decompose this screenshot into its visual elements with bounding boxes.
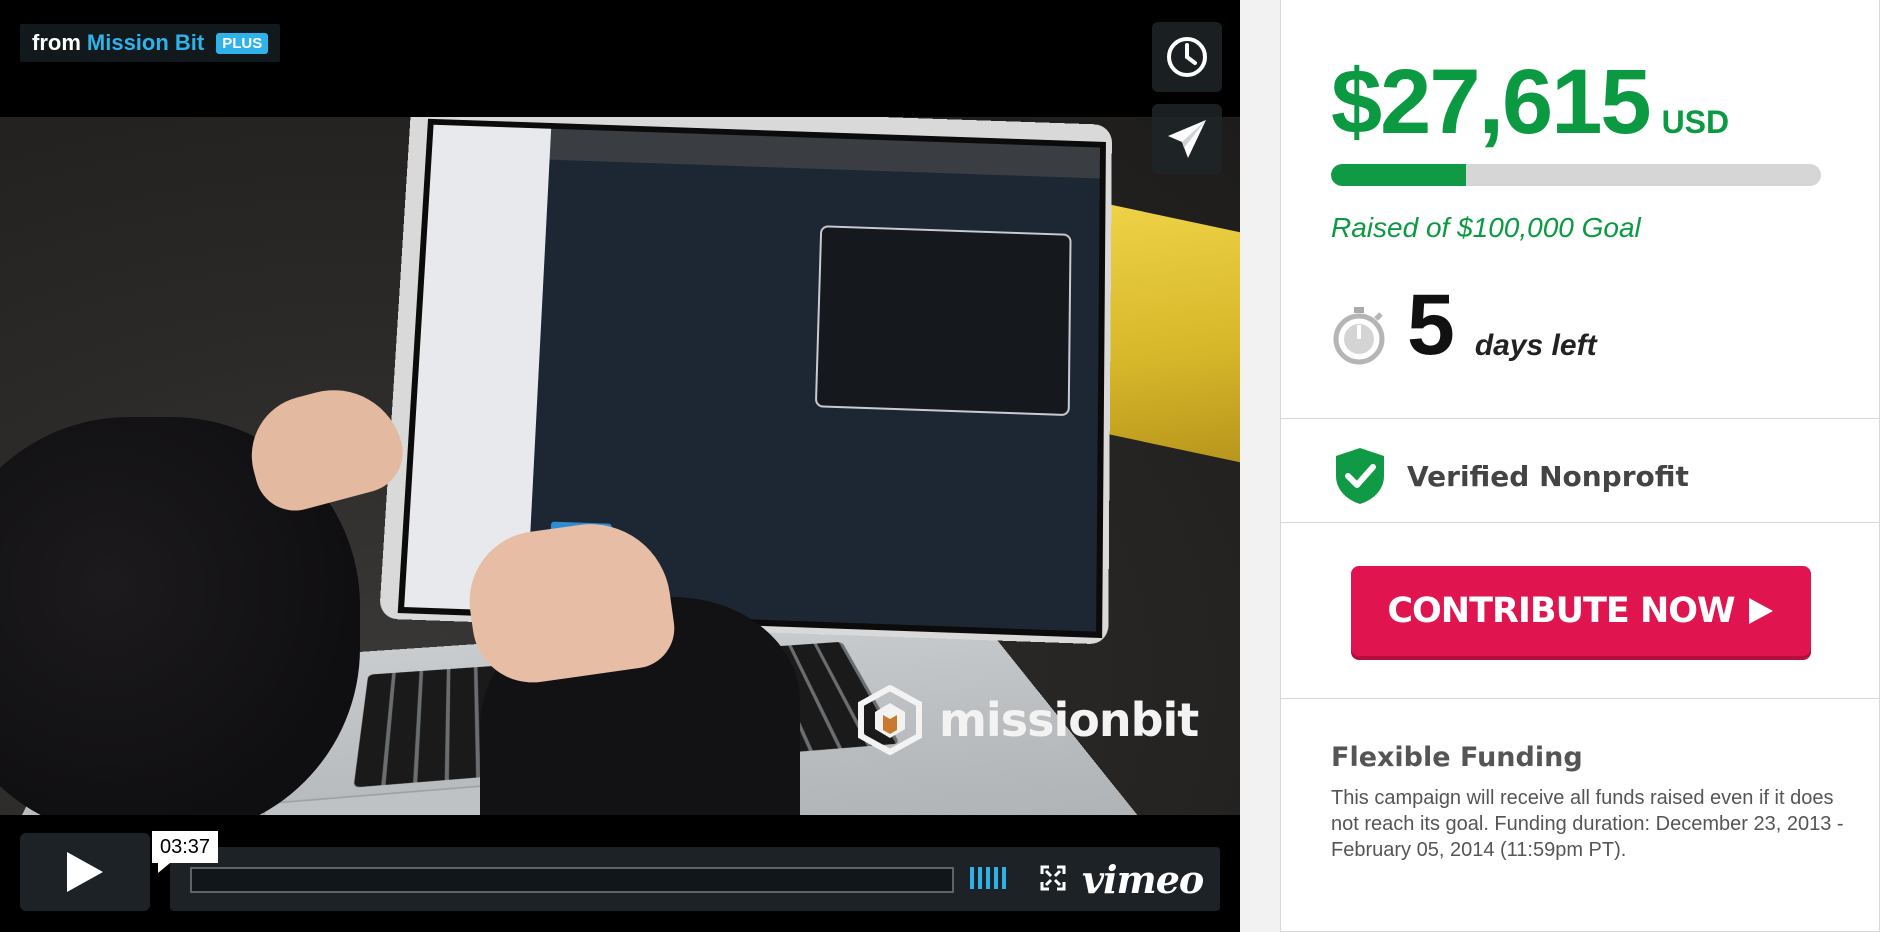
display-toolbar (550, 129, 1100, 179)
watermark-text: missionbit (939, 693, 1198, 747)
paper-plane-icon (1166, 118, 1208, 160)
watch-later-button[interactable] (1152, 22, 1222, 92)
from-label: from (32, 30, 81, 56)
stopwatch-icon (1331, 305, 1387, 365)
verified-shield-icon (1333, 446, 1387, 506)
plus-badge: PLUS (216, 33, 268, 54)
share-button[interactable] (1152, 104, 1222, 174)
vimeo-logo[interactable]: vimeo (1082, 857, 1203, 902)
play-arrow-icon (1747, 596, 1775, 626)
display-preview-pane (815, 225, 1072, 416)
verified-badge: Verified Nonprofit (1333, 446, 1689, 506)
goal-text: Raised of $100,000 Goal (1331, 212, 1641, 244)
funding-type-title: Flexible Funding (1331, 742, 1583, 773)
control-bar: vimeo (170, 847, 1220, 911)
missionbit-logo-icon (855, 685, 925, 755)
days-label: days left (1475, 329, 1597, 363)
fullscreen-button[interactable] (1040, 865, 1066, 896)
owner-link[interactable]: Mission Bit (87, 30, 204, 56)
currency-label: USD (1662, 104, 1730, 141)
volume-control[interactable] (970, 867, 1006, 889)
time-remaining: 5 days left (1331, 285, 1597, 365)
from-badge[interactable]: from Mission Bit PLUS (20, 24, 280, 62)
amount-raised: $27,615 USD (1331, 50, 1729, 155)
verified-text: Verified Nonprofit (1407, 460, 1689, 493)
funding-progress-fill (1331, 164, 1466, 186)
play-icon (65, 850, 105, 894)
fullscreen-icon (1040, 865, 1066, 891)
campaign-panel: $27,615 USD Raised of $100,000 Goal 5 da… (1280, 0, 1880, 932)
progress-track[interactable] (190, 867, 954, 893)
days-number: 5 (1407, 285, 1455, 365)
clock-icon (1165, 35, 1209, 79)
time-tooltip: 03:37 (152, 831, 218, 863)
funding-progress-bar (1331, 164, 1821, 186)
divider (1281, 698, 1880, 699)
funding-description: This campaign will receive all funds rai… (1331, 785, 1851, 863)
divider (1281, 418, 1880, 419)
video-watermark: missionbit (855, 675, 1198, 765)
video-player[interactable]: missionbit from Mission Bit PLUS vimeo 0… (0, 0, 1240, 932)
play-button[interactable] (20, 833, 150, 911)
contribute-label: CONTRIBUTE NOW (1387, 591, 1734, 631)
contribute-now-button[interactable]: CONTRIBUTE NOW (1351, 566, 1811, 656)
divider (1281, 522, 1880, 523)
amount-value: $27,615 (1331, 50, 1650, 155)
